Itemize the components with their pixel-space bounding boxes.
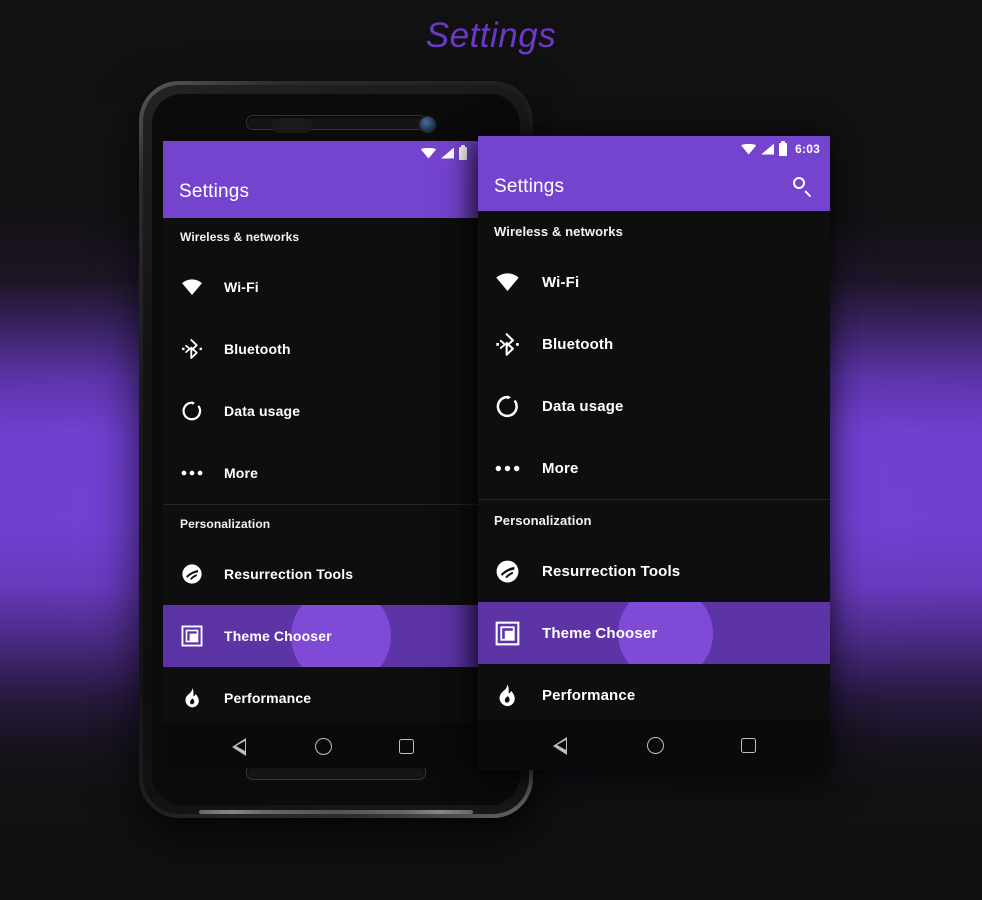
settings-row-resurrection-tools[interactable]: Resurrection Tools (478, 540, 830, 602)
settings-row-label: Bluetooth (224, 341, 291, 357)
settings-row-data-usage[interactable]: Data usage (163, 380, 483, 442)
flame-icon (180, 686, 204, 710)
search-icon[interactable] (792, 176, 814, 198)
wifi-icon (180, 275, 204, 299)
navigation-bar (478, 720, 830, 770)
app-bar-title: Settings (494, 175, 565, 197)
settings-row-wifi[interactable]: Wi-Fi (478, 251, 830, 313)
navigation-bar (163, 724, 483, 768)
back-nav-button[interactable] (552, 736, 570, 755)
data-usage-icon (180, 399, 204, 423)
battery-icon (779, 140, 788, 156)
left-phone-screen: Settings Wireless & networks Wi-Fi Bluet… (163, 141, 483, 768)
back-nav-button[interactable] (232, 737, 249, 756)
status-bar-time: 6:03 (795, 142, 820, 156)
section-header-wireless: Wireless & networks (180, 230, 300, 244)
wifi-icon (494, 269, 520, 295)
wifi-icon (421, 147, 436, 159)
bluetooth-icon (180, 337, 204, 361)
settings-row-label: More (224, 465, 259, 481)
settings-row-label: Theme Chooser (542, 624, 658, 642)
front-camera (419, 116, 436, 133)
settings-row-label: Wi-Fi (224, 279, 259, 295)
settings-row-label: Performance (224, 690, 312, 706)
app-bar-title: Settings (179, 180, 250, 202)
bluetooth-icon (494, 331, 520, 357)
recents-nav-button[interactable] (398, 738, 414, 754)
section-header-wireless: Wireless & networks (494, 223, 623, 239)
settings-list: Wireless & networks Wi-Fi Bluetooth Data… (163, 218, 483, 729)
status-bar (163, 141, 483, 165)
resurrection-remix-icon (494, 558, 520, 584)
settings-row-label: Wi-Fi (542, 273, 580, 291)
section-header-personalization: Personalization (180, 517, 271, 531)
resurrection-remix-icon (180, 562, 204, 586)
settings-row-performance[interactable]: Performance (478, 664, 830, 726)
settings-row-theme-chooser[interactable]: Theme Chooser (163, 605, 483, 667)
recents-nav-button[interactable] (740, 737, 756, 753)
settings-row-bluetooth[interactable]: Bluetooth (163, 318, 483, 380)
theme-chooser-icon (180, 624, 204, 648)
settings-row-label: Theme Chooser (224, 628, 332, 644)
settings-row-label: Performance (542, 686, 636, 704)
settings-row-wifi[interactable]: Wi-Fi (163, 256, 483, 318)
app-bar: Settings (478, 162, 830, 211)
home-nav-button[interactable] (646, 736, 664, 754)
settings-row-label: Resurrection Tools (224, 566, 354, 582)
settings-list: Wireless & networks Wi-Fi Bluetooth Data… (478, 211, 830, 726)
data-usage-icon (494, 393, 520, 419)
theme-chooser-icon (494, 620, 520, 646)
settings-row-label: Data usage (224, 403, 301, 419)
proximity-sensor (272, 118, 312, 133)
settings-row-label: Bluetooth (542, 335, 614, 353)
page-title: Settings (425, 16, 557, 55)
right-phone-screen: 6:03 Settings Wireless & networks Wi-Fi … (478, 136, 830, 770)
cell-signal-icon (441, 147, 454, 159)
settings-row-theme-chooser[interactable]: Theme Chooser (478, 602, 830, 664)
wifi-icon (741, 143, 757, 155)
settings-row-label: Resurrection Tools (542, 562, 681, 580)
settings-row-performance[interactable]: Performance (163, 667, 483, 729)
settings-row-more[interactable]: More (163, 442, 483, 504)
flame-icon (494, 682, 520, 708)
status-bar: 6:03 (478, 136, 830, 162)
more-horizontal-icon (494, 455, 520, 481)
battery-icon (459, 144, 467, 160)
cell-signal-icon (761, 143, 775, 155)
app-bar: Settings (163, 165, 483, 218)
settings-row-bluetooth[interactable]: Bluetooth (478, 313, 830, 375)
more-horizontal-icon (180, 461, 204, 485)
settings-row-more[interactable]: More (478, 437, 830, 499)
settings-row-resurrection-tools[interactable]: Resurrection Tools (163, 543, 483, 605)
home-nav-button[interactable] (315, 737, 333, 755)
settings-row-label: More (542, 459, 579, 477)
section-header-personalization: Personalization (494, 512, 592, 528)
device-chin-trim (199, 810, 473, 814)
settings-row-label: Data usage (542, 397, 624, 415)
settings-row-data-usage[interactable]: Data usage (478, 375, 830, 437)
